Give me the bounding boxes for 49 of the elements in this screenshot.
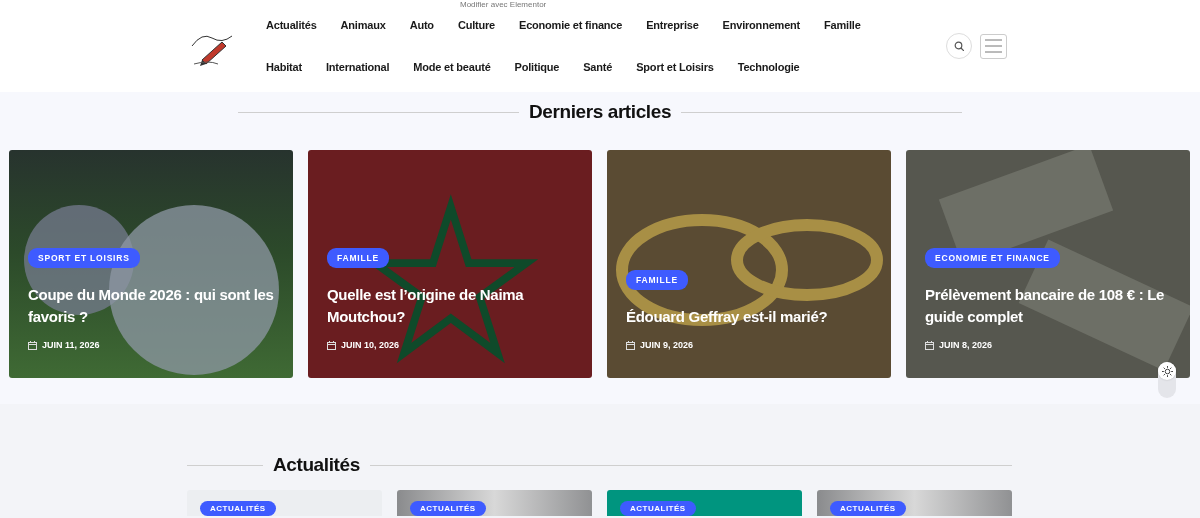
photo-placeholder[interactable]: ACTUALITÉS	[607, 490, 802, 516]
search-icon	[954, 41, 964, 51]
nav-link[interactable]: Mode et beauté	[413, 61, 491, 73]
article-date: JUIN 11, 2026	[42, 340, 100, 350]
calendar-icon	[626, 340, 635, 350]
theme-toggle[interactable]	[1158, 362, 1176, 398]
photo-placeholder[interactable]: ACTUALITÉS	[817, 490, 1012, 516]
category-tag[interactable]: SPORT ET LOISIRS	[28, 248, 140, 268]
article-date: JUIN 10, 2026	[341, 340, 400, 350]
nav-link[interactable]: Environnement	[722, 19, 801, 31]
photo-placeholder[interactable]: ACTUALITÉS	[397, 490, 592, 516]
nav-link[interactable]: International	[325, 61, 390, 73]
sun-icon	[1161, 365, 1173, 377]
article-date: JUIN 8, 2026	[939, 340, 993, 350]
article-title[interactable]: Prélèvement bancaire de 108 € : Le guide complet	[925, 284, 1172, 328]
nav-link[interactable]: Sport et Loisirs	[636, 61, 714, 73]
article-title[interactable]: Édouard Geffray est-il marié?	[626, 306, 873, 328]
section-title: Actualités	[273, 454, 360, 476]
nav-link[interactable]: Economie et finance	[519, 19, 623, 31]
article-title[interactable]: Quelle est l’origine de Naima Moutchou?	[327, 284, 574, 328]
section-title: Derniers articles	[528, 101, 672, 123]
article-title[interactable]: Coupe du Monde 2026 : qui sont les favoris ?	[28, 284, 275, 328]
article-date: JUIN 9, 2026	[640, 340, 694, 350]
menu-icon	[985, 39, 1002, 53]
nav-link[interactable]: Famille	[824, 19, 861, 31]
calendar-icon	[327, 340, 336, 350]
category-tag[interactable]: ACTUALITÉS	[200, 501, 276, 516]
photo-placeholder[interactable]: ACTUALITÉS	[187, 490, 382, 516]
nav-link[interactable]: Entreprise	[646, 19, 699, 31]
nav-link[interactable]: Auto	[409, 19, 434, 31]
nav-link[interactable]: Habitat	[266, 61, 302, 73]
calendar-icon	[28, 340, 37, 350]
search-button[interactable]	[946, 33, 972, 59]
category-tag[interactable]: ACTUALITÉS	[830, 501, 906, 516]
category-tag[interactable]: ACTUALITÉS	[410, 501, 486, 516]
category-tag[interactable]: ECONOMIE ET FINANCE	[925, 248, 1060, 268]
category-tag[interactable]: FAMILLE	[327, 248, 389, 268]
category-tag[interactable]: ACTUALITÉS	[620, 501, 696, 516]
nav-link[interactable]: Technologie	[737, 61, 800, 73]
nav-link[interactable]: Animaux	[340, 19, 386, 31]
nav-link[interactable]: Actualités	[266, 19, 317, 31]
article-card[interactable]: FAMILLE Édouard Geffray est-il marié? JUIN 9, 2026	[607, 150, 891, 378]
calendar-icon	[925, 340, 934, 350]
category-tag[interactable]: FAMILLE	[626, 270, 688, 290]
edit-link[interactable]: Modifier avec Elementor	[460, 0, 547, 9]
nav-link[interactable]: Santé	[583, 61, 613, 73]
nav-link[interactable]: Culture	[457, 19, 495, 31]
nav-link[interactable]: Politique	[514, 61, 560, 73]
article-card[interactable]: FAMILLE Quelle est l’origine de Naima Moutchou? JUIN 10, 2026	[308, 150, 592, 378]
